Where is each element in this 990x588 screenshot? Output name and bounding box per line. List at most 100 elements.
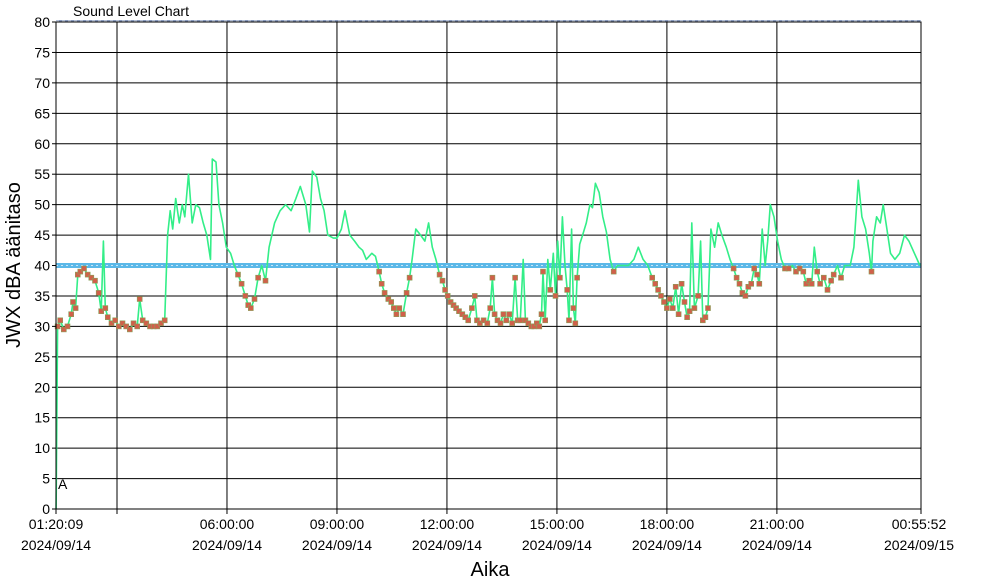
below-threshold-marker [471, 293, 478, 299]
y-tick-label: 5 [42, 471, 50, 487]
below-threshold-marker [672, 283, 679, 290]
below-threshold-marker [742, 293, 749, 299]
below-threshold-marker [517, 317, 524, 324]
below-threshold-marker [756, 280, 763, 287]
below-threshold-marker [652, 280, 659, 287]
below-threshold-marker [95, 290, 102, 296]
y-tick-label: 20 [34, 379, 50, 395]
x-tick-date-label: 2024/09/14 [742, 537, 812, 553]
below-threshold-marker [564, 287, 571, 293]
below-threshold-marker [830, 271, 837, 278]
x-tick-time-label: 12:00:00 [420, 516, 475, 532]
below-threshold-marker [661, 299, 667, 305]
y-tick-label: 40 [34, 258, 50, 274]
below-threshold-marker [705, 305, 711, 311]
below-threshold-marker [381, 290, 388, 296]
below-threshold-marker [536, 323, 543, 330]
below-threshold-marker [828, 277, 834, 284]
below-threshold-marker [838, 274, 844, 281]
below-threshold-marker [730, 265, 737, 272]
below-threshold-marker [436, 271, 443, 278]
below-threshold-marker [686, 308, 693, 315]
below-threshold-marker [68, 311, 74, 318]
y-tick-label: 60 [34, 136, 50, 152]
below-threshold-marker [538, 311, 545, 318]
below-threshold-marker [393, 311, 400, 318]
below-threshold-marker [817, 280, 823, 287]
below-threshold-marker [161, 317, 168, 324]
x-tick-time-label: 06:00:00 [200, 516, 255, 532]
below-threshold-marker [542, 317, 549, 324]
x-tick-date-label: 2024/09/14 [192, 537, 262, 553]
below-threshold-marker [748, 280, 755, 287]
below-threshold-marker [262, 277, 269, 284]
below-threshold-marker [406, 274, 413, 281]
below-threshold-marker [64, 323, 71, 330]
below-threshold-marker [388, 299, 395, 305]
below-threshold-marker [487, 305, 494, 311]
below-threshold-marker [242, 293, 249, 299]
below-threshold-marker [235, 271, 241, 278]
y-axis-ticks: 0 5 10 15 20 25 30 35 40 45 50 55 60 65 70 75 80 [34, 14, 56, 517]
below-threshold-marker [702, 314, 709, 321]
below-threshold-marker [669, 305, 676, 311]
below-threshold-marker [248, 305, 254, 311]
below-threshold-marker [396, 305, 403, 311]
below-threshold-marker [378, 280, 385, 287]
below-threshold-marker [72, 305, 79, 311]
y-axis-label: JWX dBA äänitaso [3, 182, 25, 348]
below-threshold-marker [503, 317, 510, 324]
x-tick-date-label: 2024/09/14 [632, 537, 702, 553]
below-threshold-marker [649, 274, 656, 281]
y-tick-label: 65 [34, 105, 50, 121]
below-threshold-marker [439, 277, 446, 284]
x-tick-time-label: 09:00:00 [310, 516, 365, 532]
below-threshold-marker [444, 293, 451, 299]
below-threshold-marker [238, 280, 245, 287]
below-threshold-marker [733, 274, 740, 281]
below-threshold-marker [400, 311, 406, 318]
below-threshold-marker [664, 305, 670, 311]
below-threshold-marker [403, 290, 410, 296]
below-threshold-marker [506, 311, 513, 318]
below-threshold-marker [808, 280, 815, 287]
chart-title: Sound Level Chart [73, 3, 189, 19]
below-threshold-marker [666, 296, 673, 302]
below-threshold-marker [557, 274, 563, 281]
below-threshold-marker [574, 274, 580, 281]
below-threshold-marker [800, 268, 807, 275]
below-threshold-marker [469, 305, 475, 311]
below-threshold-marker [655, 287, 661, 293]
below-threshold-marker [509, 320, 516, 327]
below-threshold-marker [681, 299, 688, 305]
y-tick-label: 55 [34, 166, 50, 182]
below-threshold-marker [484, 320, 491, 327]
below-threshold-marker [658, 293, 664, 299]
below-threshold-marker [572, 320, 579, 327]
x-tick-date-label: 2024/09/14 [522, 537, 592, 553]
below-threshold-marker [497, 320, 504, 327]
below-threshold-marker [81, 265, 87, 272]
below-threshold-marker [390, 305, 397, 311]
below-threshold-marker [678, 280, 685, 287]
y-tick-label: 15 [34, 410, 50, 426]
below-threshold-marker [92, 277, 98, 284]
below-threshold-marker [57, 317, 64, 324]
below-threshold-marker [251, 296, 258, 302]
below-threshold-marker [868, 268, 875, 275]
below-threshold-marker [112, 317, 118, 324]
below-threshold-marker [127, 326, 133, 333]
y-tick-label: 50 [34, 197, 50, 213]
x-tick-time-label: 01:20:09 [29, 516, 84, 532]
below-threshold-marker [736, 280, 743, 287]
below-threshold-marker [70, 299, 76, 305]
below-threshold-marker [134, 323, 140, 330]
y-tick-label: 75 [34, 44, 50, 60]
x-axis-label: Aika [471, 559, 511, 581]
below-threshold-marker [684, 314, 690, 321]
y-tick-label: 45 [34, 227, 50, 243]
x-tick-date-label: 2024/09/14 [412, 537, 482, 553]
y-tick-label: 70 [34, 75, 50, 91]
below-threshold-marker [552, 293, 559, 299]
below-threshold-marker [255, 274, 261, 281]
